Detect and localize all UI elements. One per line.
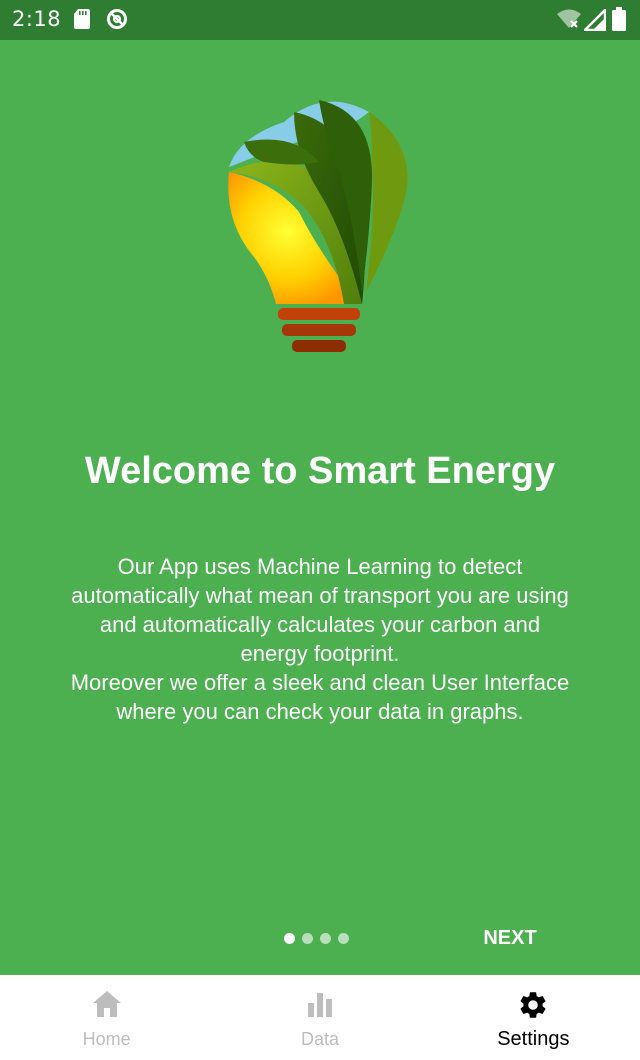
bar-chart-icon — [305, 989, 335, 1023]
battery-icon — [612, 7, 626, 35]
home-icon — [91, 989, 123, 1023]
page-dot-1[interactable] — [284, 933, 295, 944]
lightbulb-leaf-illustration — [224, 92, 414, 366]
nav-item-settings[interactable]: Settings — [427, 975, 640, 1060]
nav-item-data[interactable]: Data — [213, 975, 426, 1060]
signal-icon — [582, 7, 607, 35]
page-indicator — [284, 933, 349, 945]
status-time: 2:18 — [12, 7, 62, 31]
page-dot-4[interactable] — [338, 933, 349, 944]
gear-icon — [517, 989, 549, 1025]
page-dot-3[interactable] — [320, 933, 331, 944]
welcome-title: Welcome to Smart Energy — [84, 450, 556, 492]
nav-item-home[interactable]: Home — [0, 975, 213, 1060]
status-bar: 2:18 — [0, 0, 640, 40]
next-button[interactable]: NEXT — [470, 920, 550, 956]
wifi-off-icon — [556, 9, 582, 33]
sd-card-icon — [74, 9, 90, 33]
bottom-navigation: Home Data Settings — [0, 975, 640, 1060]
nav-label-settings: Settings — [497, 1028, 570, 1050]
onboarding-description: Our App uses Machine Learning to detect … — [70, 554, 570, 724]
nav-label-data: Data — [300, 1029, 339, 1049]
do-not-disturb-icon — [106, 8, 128, 34]
page-dot-2[interactable] — [302, 933, 313, 944]
nav-label-home: Home — [82, 1029, 131, 1049]
onboarding-page: Welcome to Smart Energy Our App uses Mac… — [0, 40, 640, 975]
